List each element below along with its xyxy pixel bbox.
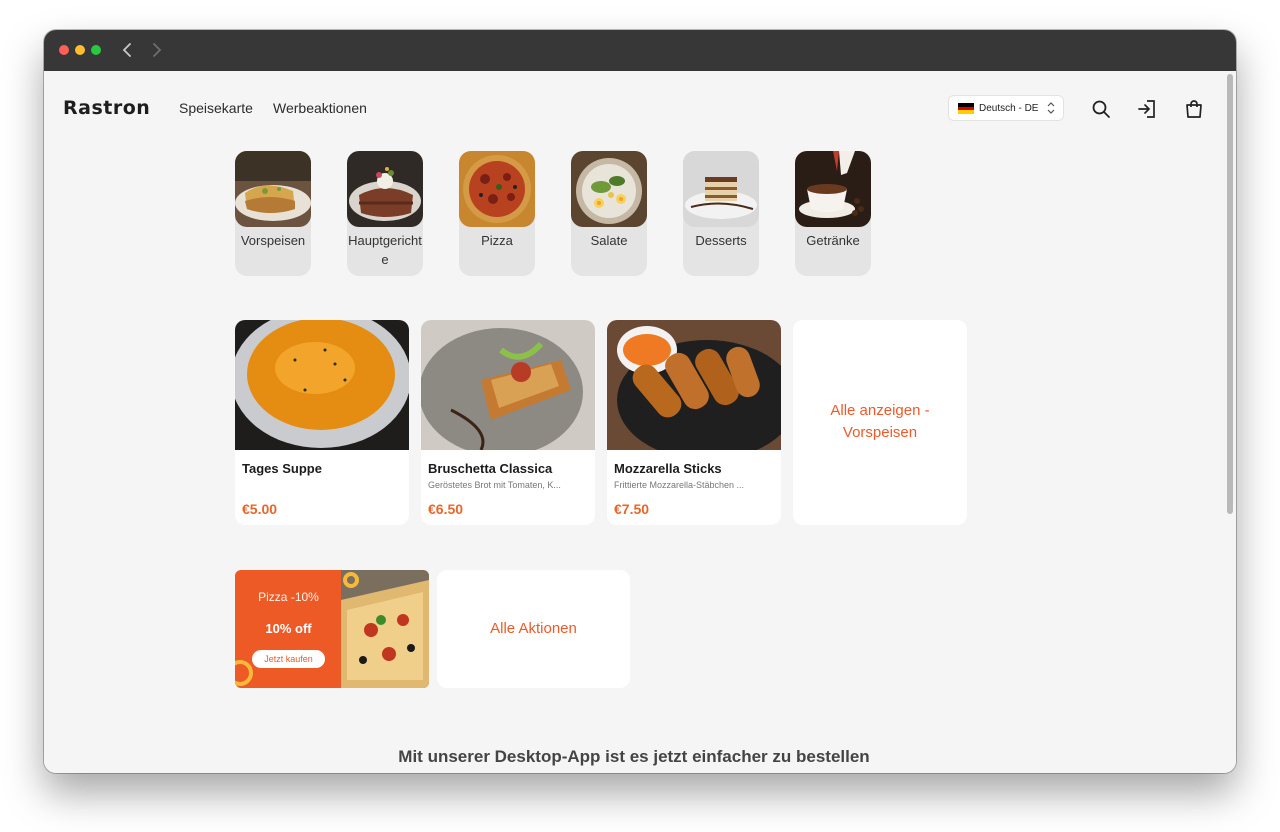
- hauptgerichte-image: [347, 151, 423, 227]
- product-card-bruschetta[interactable]: Bruschetta Classica Geröstetes Brot mit …: [421, 320, 595, 525]
- login-icon[interactable]: [1136, 98, 1158, 120]
- desktop-app-heading: Mit unserer Desktop-App ist es jetzt ein…: [398, 747, 870, 766]
- close-window-button[interactable]: [59, 45, 69, 55]
- product-price: €6.50: [428, 501, 464, 517]
- all-actions-card[interactable]: Alle Aktionen: [437, 570, 630, 688]
- show-all-vorspeisen-link[interactable]: Alle anzeigen - Vorspeisen: [793, 400, 967, 444]
- product-price: €5.00: [242, 501, 278, 517]
- product-name: Tages Suppe: [242, 461, 322, 476]
- language-select[interactable]: Deutsch - DE: [948, 95, 1064, 121]
- page-content: Rastron Speisekarte Werbeaktionen Deutsc…: [44, 71, 1224, 773]
- back-arrow-icon[interactable]: [120, 41, 136, 59]
- all-actions-link[interactable]: Alle Aktionen: [437, 620, 630, 637]
- logo[interactable]: Rastron: [63, 97, 150, 119]
- salate-image: [571, 151, 647, 227]
- product-name: Bruschetta Classica: [428, 461, 553, 476]
- product-card-mozzarella-sticks[interactable]: Mozzarella Sticks Frittierte Mozzarella-…: [607, 320, 781, 525]
- getraenke-image: [795, 151, 871, 227]
- category-label: Pizza: [481, 233, 513, 248]
- product-description: Frittierte Mozzarella-Stäbchen ...: [614, 480, 745, 490]
- category-label: Getränke: [806, 233, 860, 248]
- product-card-tages-suppe[interactable]: Tages Suppe €5.00: [235, 320, 409, 525]
- minimize-window-button[interactable]: [75, 45, 85, 55]
- menu-link-speisekarte[interactable]: Speisekarte: [179, 100, 253, 116]
- product-description: Geröstetes Brot mit Tomaten, K...: [428, 480, 561, 490]
- search-icon[interactable]: [1090, 98, 1112, 120]
- category-label: Desserts: [695, 233, 747, 248]
- scrollbar[interactable]: [1224, 71, 1236, 773]
- scrollbar-thumb[interactable]: [1227, 74, 1233, 514]
- promo-discount: 10% off: [265, 621, 312, 636]
- category-desserts[interactable]: Desserts: [683, 151, 759, 276]
- maximize-window-button[interactable]: [91, 45, 101, 55]
- category-label: Salate: [590, 233, 628, 248]
- german-flag-icon: [958, 103, 974, 114]
- product-name: Mozzarella Sticks: [614, 461, 722, 476]
- menu-link-werbeaktionen[interactable]: Werbeaktionen: [273, 100, 367, 116]
- mozzarella-sticks-image: [607, 320, 781, 450]
- category-vorspeisen[interactable]: Vorspeisen: [235, 151, 311, 276]
- product-price: €7.50: [614, 501, 650, 517]
- bruschetta-image: [421, 320, 595, 450]
- shopping-bag-icon[interactable]: [1183, 98, 1205, 120]
- chevron-updown-icon: [1047, 102, 1055, 114]
- promo-pizza-image: [341, 570, 429, 688]
- forward-arrow-icon[interactable]: [148, 41, 164, 59]
- desserts-image: [683, 151, 759, 227]
- promo-buy-button[interactable]: Jetzt kaufen: [252, 650, 325, 668]
- vorspeisen-image: [235, 151, 311, 227]
- category-hauptgerichte[interactable]: Hauptgerichte: [347, 151, 423, 276]
- category-salate[interactable]: Salate: [571, 151, 647, 276]
- tages-suppe-image: [235, 320, 409, 450]
- category-label: Vorspeisen: [240, 233, 306, 248]
- promo-banner-pizza[interactable]: Pizza -10% 10% off Jetzt kaufen: [235, 570, 429, 688]
- category-pizza[interactable]: Pizza: [459, 151, 535, 276]
- browser-window: Rastron Speisekarte Werbeaktionen Deutsc…: [44, 30, 1236, 773]
- pizza-image: [459, 151, 535, 227]
- language-label: Deutsch - DE: [979, 103, 1039, 114]
- category-label: Hauptgerichte: [348, 233, 422, 267]
- title-bar: [44, 30, 1236, 71]
- category-getraenke[interactable]: Getränke: [795, 151, 871, 276]
- show-all-vorspeisen-card[interactable]: Alle anzeigen - Vorspeisen: [793, 320, 967, 525]
- promo-title: Pizza -10%: [258, 590, 319, 604]
